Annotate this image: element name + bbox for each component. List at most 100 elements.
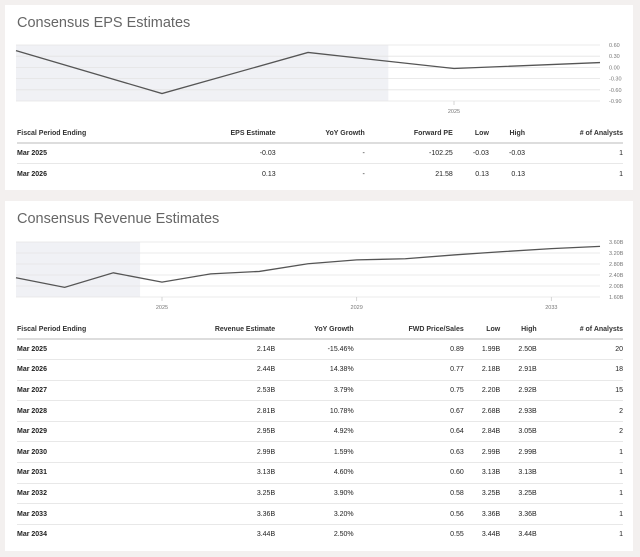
table-cell: 2.20B xyxy=(463,380,501,402)
table-cell: 2.99B xyxy=(154,441,276,464)
table-cell: 3.90% xyxy=(275,483,354,505)
table-cell: 0.75 xyxy=(353,380,464,402)
table-cell: 2.18B xyxy=(463,359,501,381)
column-header: Low xyxy=(452,125,489,144)
table-cell: -0.03 xyxy=(173,143,276,165)
eps-estimates-card: Consensus EPS Estimates 0.60 0.30 0.00 -0.3… xyxy=(5,5,633,190)
column-header: High xyxy=(500,321,537,340)
table-cell: 1 xyxy=(536,441,623,464)
table-cell: Mar 2033 xyxy=(17,503,155,525)
table-cell: 1 xyxy=(536,503,623,525)
table-cell: 2.53B xyxy=(154,380,276,402)
table-cell: 3.25B xyxy=(500,483,537,505)
table-cell: 1 xyxy=(525,143,623,165)
column-header: Fiscal Period Ending xyxy=(17,125,174,144)
y-tick-label: 3.20B xyxy=(609,251,624,257)
table-cell: 3.79% xyxy=(275,380,354,402)
table-cell: 14.38% xyxy=(275,359,354,381)
y-tick-label: 2.80B xyxy=(609,262,624,268)
column-header: YoY Growth xyxy=(275,125,365,144)
table-cell: -102.25 xyxy=(364,143,453,165)
table-cell: - xyxy=(362,170,365,178)
column-header: FWD Price/Sales xyxy=(353,321,464,340)
y-tick-label: 0.30 xyxy=(609,54,620,60)
column-header: EPS Estimate xyxy=(173,125,276,144)
x-tick-label: 2029 xyxy=(351,305,363,311)
table-cell: 0.67 xyxy=(353,400,464,422)
y-tick-label: 2.40B xyxy=(609,273,624,279)
x-tick-label: 2025 xyxy=(448,109,460,115)
table-cell: 0.77 xyxy=(353,359,464,381)
table-row: Mar 2029 2.95B 4.92% 0.64 2.84B 3.05B 2 xyxy=(17,421,623,443)
table-cell: Mar 2030 xyxy=(17,441,155,464)
x-tick-label: 2025 xyxy=(156,305,168,311)
table-cell: 0.89 xyxy=(353,339,464,361)
column-header: Forward PE xyxy=(364,125,453,144)
table-cell: 2.68B xyxy=(463,400,501,422)
table-cell: 3.05B xyxy=(500,421,537,443)
table-cell: 3.44B xyxy=(481,531,501,539)
column-header: Low xyxy=(463,321,501,340)
column-header: Revenue Estimate xyxy=(154,321,276,340)
table-row: Mar 2026 2.44B 14.38% 0.77 2.18B 2.91B 18 xyxy=(17,359,623,381)
y-tick-label: 2.00B xyxy=(609,284,624,290)
table-cell: 18 xyxy=(536,359,623,381)
table-cell: 21.58 xyxy=(435,170,453,178)
table-cell: 2.50B xyxy=(500,339,537,361)
historical-shade xyxy=(16,45,389,101)
table-cell: Mar 2027 xyxy=(17,380,155,402)
table-cell: 1 xyxy=(619,531,623,539)
table-cell: Mar 2032 xyxy=(17,483,155,505)
table-cell: 2 xyxy=(536,421,623,443)
table-cell: 20 xyxy=(536,339,623,361)
table-cell: 2.81B xyxy=(154,400,276,422)
table-cell: 4.60% xyxy=(275,462,354,484)
table-cell: Mar 2026 xyxy=(17,359,155,381)
table-cell: -0.03 xyxy=(488,143,525,165)
table-cell: 2.92B xyxy=(500,380,537,402)
table-cell: 1.99B xyxy=(463,339,501,361)
revenue-table: Fiscal Period Ending Revenue Estimate YoY … xyxy=(17,321,623,545)
table-cell: 15 xyxy=(536,380,623,402)
table-cell: 3.44B xyxy=(518,531,537,539)
table-cell: 0.13 xyxy=(511,170,525,178)
table-cell: 10.78% xyxy=(275,400,354,422)
table-cell: 2.44B xyxy=(154,359,276,381)
y-tick-label: 0.60 xyxy=(609,43,620,49)
table-cell: 0.64 xyxy=(353,421,464,443)
table-cell: 2.99B xyxy=(500,441,537,464)
y-tick-label: -0.60 xyxy=(609,88,622,94)
table-cell: - xyxy=(275,143,365,165)
table-cell: 2.14B xyxy=(154,339,276,361)
table-cell: 3.20% xyxy=(275,503,354,525)
table-row: Mar 2028 2.81B 10.78% 0.67 2.68B 2.93B 2 xyxy=(17,400,623,422)
table-cell: 3.13B xyxy=(463,462,501,484)
table-cell: 0.63 xyxy=(353,441,464,464)
x-tick-label: 2033 xyxy=(545,305,557,311)
table-cell: 4.92% xyxy=(275,421,354,443)
table-cell: 2 xyxy=(536,400,623,422)
column-header: High xyxy=(488,125,525,144)
table-cell: 0.60 xyxy=(353,462,464,484)
table-cell: Mar 2029 xyxy=(17,421,155,443)
table-cell: Mar 2026 xyxy=(17,170,47,178)
table-cell: 0.13 xyxy=(262,170,276,178)
table-cell: 1 xyxy=(536,462,623,484)
column-header: # of Analysts xyxy=(525,125,623,144)
table-cell: Mar 2031 xyxy=(17,462,155,484)
table-cell: 2.91B xyxy=(500,359,537,381)
y-tick-label: 1.60B xyxy=(609,295,624,301)
historical-shade xyxy=(16,242,141,297)
table-row: Mar 2034 3.44B 2.50% 0.55 3.44B 3.44B 1 xyxy=(17,524,623,545)
table-cell: 0.55 xyxy=(450,531,464,539)
table-cell: 0.13 xyxy=(475,170,489,178)
column-header: Fiscal Period Ending xyxy=(17,321,155,340)
table-cell: 1 xyxy=(536,483,623,505)
table-cell: -15.46% xyxy=(275,339,354,361)
table-cell: 2.99B xyxy=(463,441,501,464)
table-cell: 2.50% xyxy=(333,531,354,539)
eps-table: Fiscal Period Ending EPS Estimate YoY Grow… xyxy=(17,125,623,184)
table-cell: Mar 2025 xyxy=(17,339,155,361)
table-row: Mar 2031 3.13B 4.60% 0.60 3.13B 3.13B 1 xyxy=(17,462,623,484)
table-cell: 0.58 xyxy=(353,483,464,505)
